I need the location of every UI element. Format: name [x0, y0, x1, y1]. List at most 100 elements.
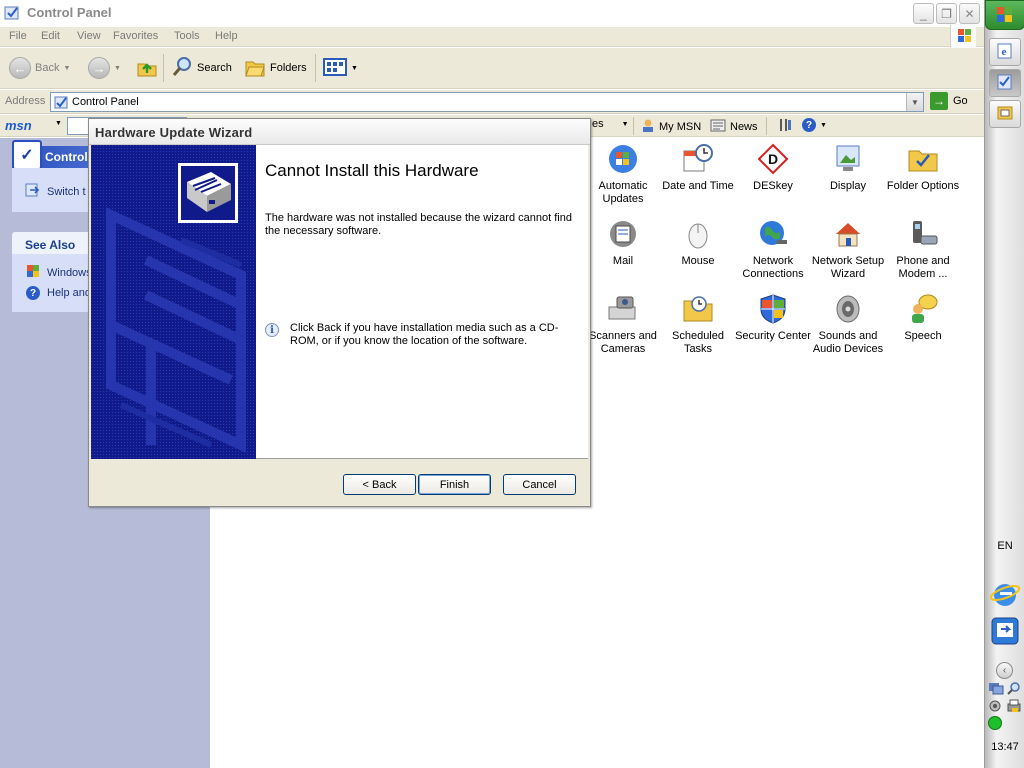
cp-item-mouse[interactable]: Mouse	[659, 217, 737, 268]
volume-tray-icon[interactable]	[988, 699, 1004, 716]
menu-help[interactable]: Help	[215, 30, 238, 42]
cancel-button[interactable]: Cancel	[503, 474, 576, 495]
menu-view[interactable]: View	[77, 30, 101, 42]
wizard-body: Cannot Install this Hardware The hardwar…	[91, 145, 588, 459]
news-label: News	[730, 120, 758, 133]
wizard-description: The hardware was not installed because t…	[265, 212, 572, 237]
switch-view-link[interactable]: Switch t	[24, 182, 86, 201]
window-titlebar[interactable]: Control Panel _ ❐ ✕	[0, 0, 984, 26]
cp-item-display[interactable]: Display	[809, 142, 887, 193]
language-indicator[interactable]: EN	[985, 540, 1024, 552]
cp-label: Network Connections	[742, 255, 804, 280]
cp-item-mail[interactable]: Mail	[584, 217, 662, 268]
close-icon[interactable]: ✕	[959, 3, 980, 24]
go-arrow-icon: →	[930, 92, 948, 110]
msn-logo[interactable]: msn	[5, 118, 32, 133]
desktop-quicklaunch-icon[interactable]	[989, 615, 1021, 650]
see-also-windows-link[interactable]: Windows	[26, 264, 92, 281]
cp-item-phone-modem[interactable]: Phone and Modem ...	[884, 217, 962, 281]
help-icon: ?	[802, 118, 816, 132]
views-button[interactable]: ▼	[323, 55, 358, 81]
mouse-icon	[681, 217, 715, 251]
menu-edit[interactable]: Edit	[41, 30, 60, 42]
cp-item-speech[interactable]: Speech	[884, 292, 962, 343]
network-setup-icon	[831, 217, 865, 251]
cp-item-network-setup-wizard[interactable]: Network Setup Wizard	[809, 217, 887, 281]
see-also-windows-label: Windows	[47, 266, 92, 279]
menu-bar: File Edit View Favorites Tools Help	[0, 25, 984, 47]
msn-help-button[interactable]: ? ▼	[802, 118, 827, 132]
windows-update-icon	[26, 264, 40, 281]
cp-label: Date and Time	[662, 180, 734, 192]
address-input[interactable]: Control Panel ▼	[50, 92, 924, 112]
help-support-icon: ?	[26, 286, 40, 300]
clock[interactable]: 13:47	[985, 741, 1024, 753]
finish-button[interactable]: Finish	[418, 474, 491, 495]
network-tray-icon[interactable]	[988, 681, 1004, 698]
address-bar: Address Control Panel ▼ → Go	[0, 90, 984, 114]
address-label: Address	[5, 95, 46, 107]
my-msn-button[interactable]: My MSN	[641, 118, 701, 135]
go-button[interactable]: → Go	[930, 92, 968, 110]
cp-item-deskey[interactable]: D DESkey	[734, 142, 812, 193]
up-folder-button[interactable]	[136, 55, 158, 81]
back-button[interactable]: < Back	[343, 474, 416, 495]
back-dropdown-icon[interactable]: ▼	[63, 65, 70, 72]
menu-file[interactable]: File	[9, 30, 27, 42]
start-button[interactable]	[985, 0, 1024, 30]
minimize-icon[interactable]: _	[913, 3, 934, 24]
svg-text:D: D	[768, 151, 778, 167]
msn-separator	[766, 117, 767, 135]
up-folder-icon	[136, 56, 158, 81]
msn-partial-label: es	[592, 118, 604, 130]
forward-dropdown-icon[interactable]: ▼	[114, 65, 121, 72]
ie-quicklaunch-icon[interactable]	[989, 578, 1021, 613]
wizard-side-banner	[91, 145, 256, 459]
deskey-icon: D	[756, 142, 790, 176]
status-tray-icon[interactable]	[988, 716, 1002, 730]
restore-icon[interactable]: ❐	[936, 3, 957, 24]
cp-item-scanners-cameras[interactable]: Scanners and Cameras	[584, 292, 662, 356]
tools-icon	[778, 118, 792, 135]
see-also-help-label: Help and	[47, 287, 92, 299]
msn-tools-button[interactable]	[778, 118, 792, 135]
forward-button[interactable]: → ▼	[88, 55, 121, 81]
cp-item-folder-options[interactable]: Folder Options	[884, 142, 962, 193]
speech-icon	[906, 292, 940, 326]
menu-favorites[interactable]: Favorites	[113, 30, 158, 42]
control-panel-task-icon	[996, 73, 1014, 94]
msn-dropdown-icon[interactable]: ▼	[55, 120, 62, 127]
see-also-help-link[interactable]: ? Help and	[26, 286, 91, 300]
svg-text:e: e	[1002, 46, 1007, 58]
cp-item-sounds-audio[interactable]: Sounds and Audio Devices	[809, 292, 887, 356]
display-icon	[831, 142, 865, 176]
views-icon	[323, 56, 347, 81]
folders-label: Folders	[270, 62, 307, 74]
toolbar-separator	[163, 54, 164, 82]
address-dropdown-icon[interactable]: ▼	[906, 93, 923, 111]
printer-tray-icon[interactable]	[1006, 699, 1022, 716]
show-hidden-icons-button[interactable]: ‹	[996, 662, 1013, 679]
wizard-titlebar[interactable]: Hardware Update Wizard	[89, 119, 590, 145]
msn-menu-partial[interactable]: es ▼	[592, 118, 629, 130]
folder-options-icon	[906, 142, 940, 176]
menu-tools[interactable]: Tools	[174, 30, 200, 42]
switch-view-icon	[24, 182, 40, 201]
cp-item-date-time[interactable]: Date and Time	[659, 142, 737, 193]
cp-item-security-center[interactable]: Security Center	[734, 292, 812, 343]
taskbar-item-control-panel[interactable]	[989, 69, 1021, 97]
taskbar-item-wizard[interactable]	[989, 100, 1021, 128]
search-button[interactable]: Search	[171, 55, 232, 81]
folders-button[interactable]: Folders	[244, 55, 307, 81]
cp-item-scheduled-tasks[interactable]: Scheduled Tasks	[659, 292, 737, 356]
search-tray-icon[interactable]	[1006, 681, 1022, 698]
address-value: Control Panel	[72, 96, 139, 108]
news-button[interactable]: News	[710, 118, 758, 135]
cp-label: Security Center	[735, 330, 811, 342]
control-panel-icon	[4, 5, 20, 21]
windows-logo-icon	[950, 25, 976, 47]
taskbar-item-ie[interactable]: e	[989, 38, 1021, 66]
cp-item-network-connections[interactable]: Network Connections	[734, 217, 812, 281]
back-button[interactable]: ← Back ▼	[9, 55, 70, 81]
cp-item-automatic-updates[interactable]: Automatic Updates	[584, 142, 662, 206]
